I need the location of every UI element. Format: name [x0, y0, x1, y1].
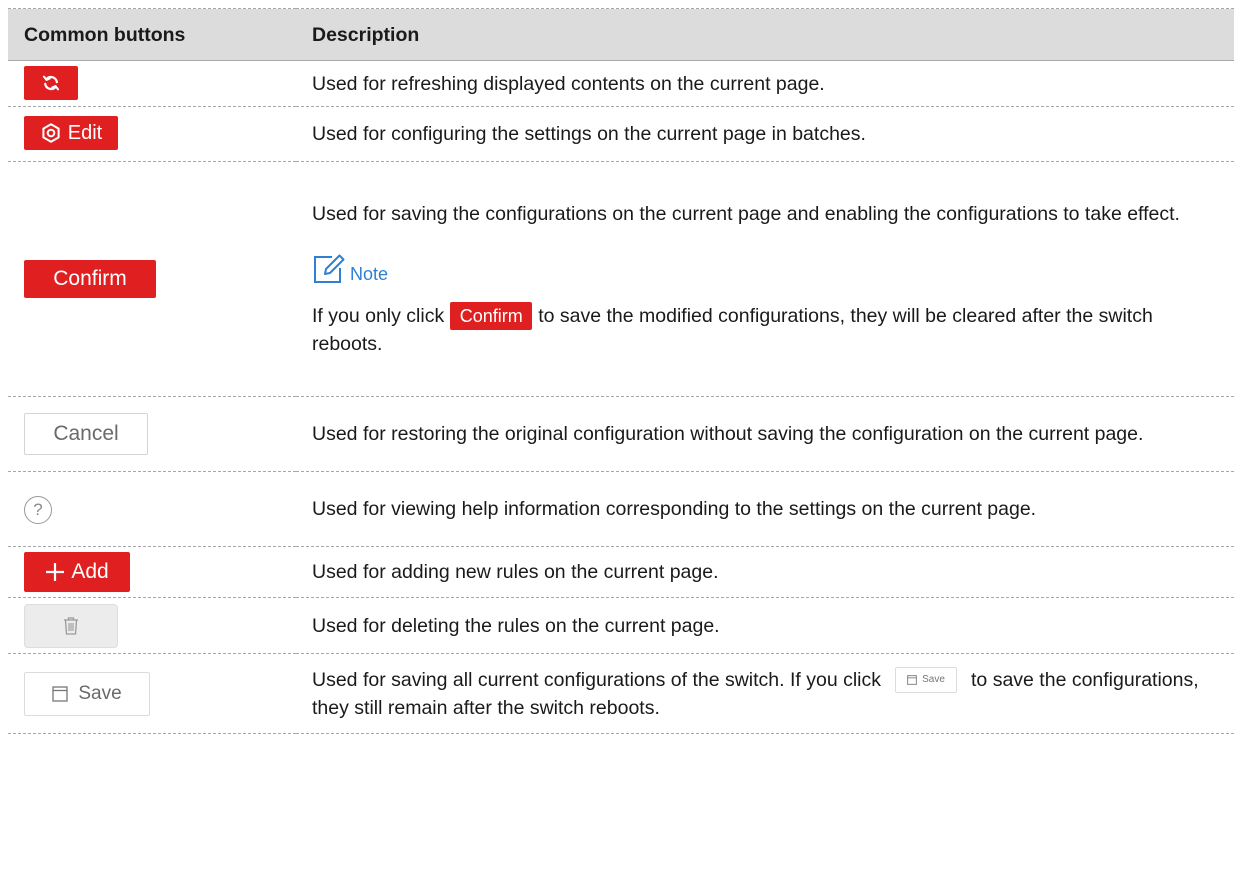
note-icon	[314, 254, 345, 283]
note-label: Note	[350, 263, 389, 284]
edit-button-label: Edit	[67, 122, 103, 144]
edit-icon	[42, 123, 60, 143]
confirm-button[interactable]: Confirm	[24, 260, 156, 298]
description-cell: Used for viewing help information corres…	[296, 471, 1234, 547]
description-cell: Used for refreshing displayed contents o…	[296, 60, 1234, 107]
table-header-row: Common buttons Description	[8, 8, 1234, 61]
header-description: Description	[296, 8, 1234, 61]
edit-button[interactable]: Edit	[24, 116, 118, 150]
save-icon	[52, 685, 68, 702]
header-common-buttons: Common buttons	[8, 8, 296, 61]
cancel-button[interactable]: Cancel	[24, 413, 148, 455]
delete-button[interactable]	[24, 603, 118, 648]
table-row: Save Used for saving all current configu…	[8, 653, 1234, 734]
save-icon	[907, 675, 917, 686]
add-button-label: Add	[71, 560, 109, 583]
common-buttons-table: Common buttons Description Used for refr…	[8, 8, 1234, 734]
inline-confirm-button: Confirm	[450, 302, 533, 331]
refresh-button[interactable]	[24, 66, 78, 100]
table-row: ? Used for viewing help information corr…	[8, 471, 1234, 547]
table-row: Used for deleting the rules on the curre…	[8, 597, 1234, 654]
plus-icon	[46, 563, 65, 581]
inline-save-button: Save	[895, 667, 958, 694]
trash-icon	[64, 616, 78, 635]
description-cell: Used for restoring the original configur…	[296, 396, 1234, 472]
add-button[interactable]: Add	[24, 552, 130, 592]
help-icon[interactable]: ?	[24, 495, 52, 524]
description-text: Used for saving the configurations on th…	[312, 202, 1180, 225]
table-row: Edit Used for configuring the settings o…	[8, 106, 1234, 162]
description-cell: Used for deleting the rules on the curre…	[296, 597, 1234, 654]
table-row: Confirm Used for saving the configuratio…	[8, 161, 1234, 397]
table-row: Cancel Used for restoring the original c…	[8, 396, 1234, 472]
save-description: Used for saving all current configuratio…	[312, 667, 1199, 719]
table-row: Used for refreshing displayed contents o…	[8, 60, 1234, 107]
save-button[interactable]: Save	[24, 671, 150, 716]
note-text: If you only click Confirm to save the modi…	[312, 302, 1210, 359]
note-heading: Note	[312, 254, 1210, 284]
description-cell: Used for configuring the settings on the…	[296, 106, 1234, 162]
save-button-label: Save	[78, 682, 122, 704]
table-row: Add Used for adding new rules on the cur…	[8, 546, 1234, 598]
description-cell: Used for adding new rules on the current…	[296, 546, 1234, 598]
refresh-icon	[42, 75, 60, 91]
